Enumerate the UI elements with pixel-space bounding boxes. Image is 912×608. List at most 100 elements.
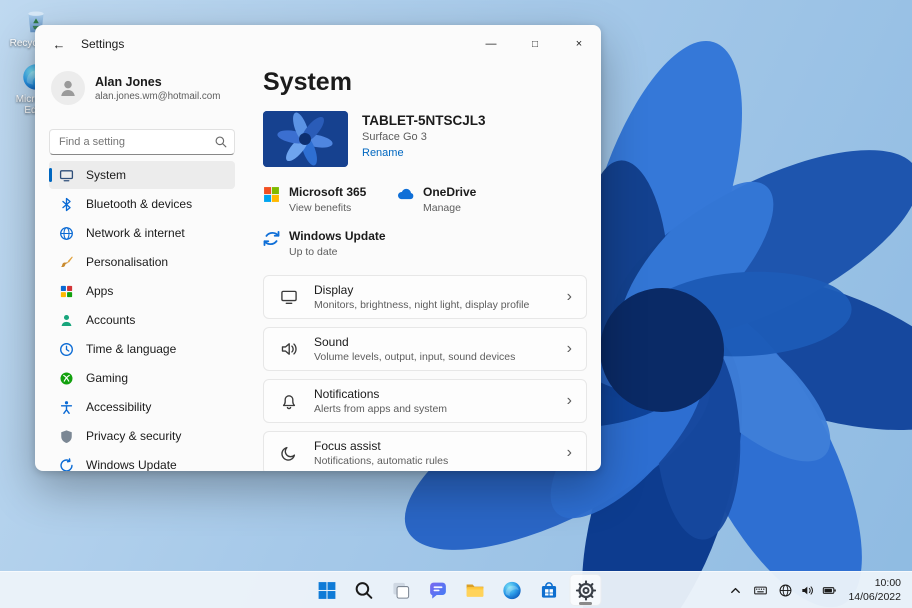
quick-link-windows-update[interactable]: Windows Update Up to date <box>263 229 587 259</box>
settings-card-display[interactable]: Display Monitors, brightness, night ligh… <box>263 275 587 319</box>
avatar <box>51 71 85 105</box>
search-icon <box>214 135 228 149</box>
search-input[interactable] <box>49 129 235 155</box>
paint-brush-icon <box>59 255 74 270</box>
user-name: Alan Jones <box>95 75 220 89</box>
card-text: Notifications Alerts from apps and syste… <box>314 387 447 415</box>
device-model: Surface Go 3 <box>362 131 486 143</box>
windows-update-icon <box>263 230 280 247</box>
settings-main: System <box>249 63 601 471</box>
quick-link-text: Microsoft 365 View benefits <box>289 185 366 214</box>
device-info: TABLET-5NTSCJL3 Surface Go 3 Rename <box>362 111 486 161</box>
nav-label: Windows Update <box>86 458 177 471</box>
settings-card-focus-assist[interactable]: Focus assist Notifications, automatic ru… <box>263 431 587 471</box>
microsoft-store-icon <box>538 580 559 601</box>
desktop: Recycle Bin Microsoft Edge ← Settings — … <box>0 0 912 608</box>
search-box <box>49 129 235 155</box>
user-profile[interactable]: Alan Jones alan.jones.wm@hotmail.com <box>49 69 235 107</box>
xbox-icon <box>59 371 74 386</box>
task-view-icon <box>390 580 411 601</box>
nav-label: Network & internet <box>86 226 185 240</box>
quick-link-microsoft-365[interactable]: Microsoft 365 View benefits <box>263 185 367 215</box>
settings-card-notifications[interactable]: Notifications Alerts from apps and syste… <box>263 379 587 423</box>
close-button[interactable]: × <box>557 25 601 63</box>
quick-link-title: OneDrive <box>423 185 476 199</box>
network-volume-battery-button[interactable] <box>773 575 842 605</box>
touch-keyboard-button[interactable] <box>748 575 773 605</box>
card-title: Display <box>314 283 529 297</box>
edge-button[interactable] <box>496 574 528 606</box>
speaker-icon <box>280 340 298 358</box>
quick-links-row: Microsoft 365 View benefits OneDrive Man… <box>263 185 587 215</box>
nav-item-windows-update[interactable]: Windows Update <box>49 451 235 471</box>
selection-indicator <box>49 168 52 182</box>
start-button[interactable] <box>311 574 343 606</box>
person-icon <box>59 313 74 328</box>
settings-card-sound[interactable]: Sound Volume levels, output, input, soun… <box>263 327 587 371</box>
rename-link[interactable]: Rename <box>362 147 404 159</box>
file-explorer-button[interactable] <box>459 574 491 606</box>
chevron-right-icon: › <box>567 289 572 305</box>
maximize-button[interactable]: □ <box>513 25 557 63</box>
nav-item-system[interactable]: System <box>49 161 235 189</box>
nav-item-accounts[interactable]: Accounts <box>49 306 235 334</box>
nav-item-privacy-security[interactable]: Privacy & security <box>49 422 235 450</box>
nav-item-personalisation[interactable]: Personalisation <box>49 248 235 276</box>
nav-item-bluetooth-devices[interactable]: Bluetooth & devices <box>49 190 235 218</box>
edge-icon <box>501 580 522 601</box>
quick-link-title: Windows Update <box>289 229 386 243</box>
nav-label: Bluetooth & devices <box>86 197 192 211</box>
nav-item-time-language[interactable]: Time & language <box>49 335 235 363</box>
chevron-right-icon: › <box>567 393 572 409</box>
card-text: Sound Volume levels, output, input, soun… <box>314 335 515 363</box>
nav-item-apps[interactable]: Apps <box>49 277 235 305</box>
monitor-icon <box>59 168 74 183</box>
taskbar: 10:00 14/06/2022 <box>0 571 912 608</box>
globe-icon <box>59 226 74 241</box>
nav-label: System <box>86 168 126 182</box>
quick-link-subtitle: Manage <box>423 202 476 214</box>
nav-label: Time & language <box>86 342 176 356</box>
settings-window: ← Settings — □ × Alan <box>35 25 601 471</box>
search-icon <box>353 580 374 601</box>
taskbar-center-buttons <box>311 574 602 606</box>
back-button[interactable]: ← <box>43 31 75 57</box>
card-text: Display Monitors, brightness, night ligh… <box>314 283 529 311</box>
card-subtitle: Monitors, brightness, night light, displ… <box>314 299 529 311</box>
device-name: TABLET-5NTSCJL3 <box>362 113 486 128</box>
chat-button[interactable] <box>422 574 454 606</box>
task-view-button[interactable] <box>385 574 417 606</box>
chevron-right-icon: › <box>567 445 572 461</box>
nav-label: Privacy & security <box>86 429 181 443</box>
update-arrows-icon <box>59 458 74 472</box>
sidebar: Alan Jones alan.jones.wm@hotmail.com <box>35 63 249 471</box>
card-title: Focus assist <box>314 439 448 453</box>
settings-nav: System Bluetooth & devices <box>49 161 235 471</box>
taskbar-clock[interactable]: 10:00 14/06/2022 <box>842 575 910 605</box>
quick-link-subtitle: Up to date <box>289 246 386 258</box>
settings-button[interactable] <box>570 574 602 606</box>
nav-item-gaming[interactable]: Gaming <box>49 364 235 392</box>
nav-item-network-internet[interactable]: Network & internet <box>49 219 235 247</box>
onedrive-cloud-icon <box>397 186 414 203</box>
volume-icon <box>800 583 815 598</box>
system-tray: 10:00 14/06/2022 <box>723 572 910 608</box>
clock-icon <box>59 342 74 357</box>
page-title: System <box>263 67 587 97</box>
tray-overflow-button[interactable] <box>723 575 748 605</box>
minimize-button[interactable]: — <box>469 25 513 63</box>
store-button[interactable] <box>533 574 565 606</box>
quick-link-text: OneDrive Manage <box>423 185 476 214</box>
tray-time: 10:00 <box>875 576 901 590</box>
nav-label: Personalisation <box>86 255 168 269</box>
file-explorer-icon <box>464 580 485 601</box>
card-title: Notifications <box>314 387 447 401</box>
search-button[interactable] <box>348 574 380 606</box>
bluetooth-icon <box>59 197 74 212</box>
window-body: Alan Jones alan.jones.wm@hotmail.com <box>35 63 601 471</box>
card-subtitle: Alerts from apps and system <box>314 403 447 415</box>
touch-keyboard-icon <box>753 583 768 598</box>
quick-link-onedrive[interactable]: OneDrive Manage <box>397 185 501 215</box>
card-subtitle: Volume levels, output, input, sound devi… <box>314 351 515 363</box>
nav-item-accessibility[interactable]: Accessibility <box>49 393 235 421</box>
